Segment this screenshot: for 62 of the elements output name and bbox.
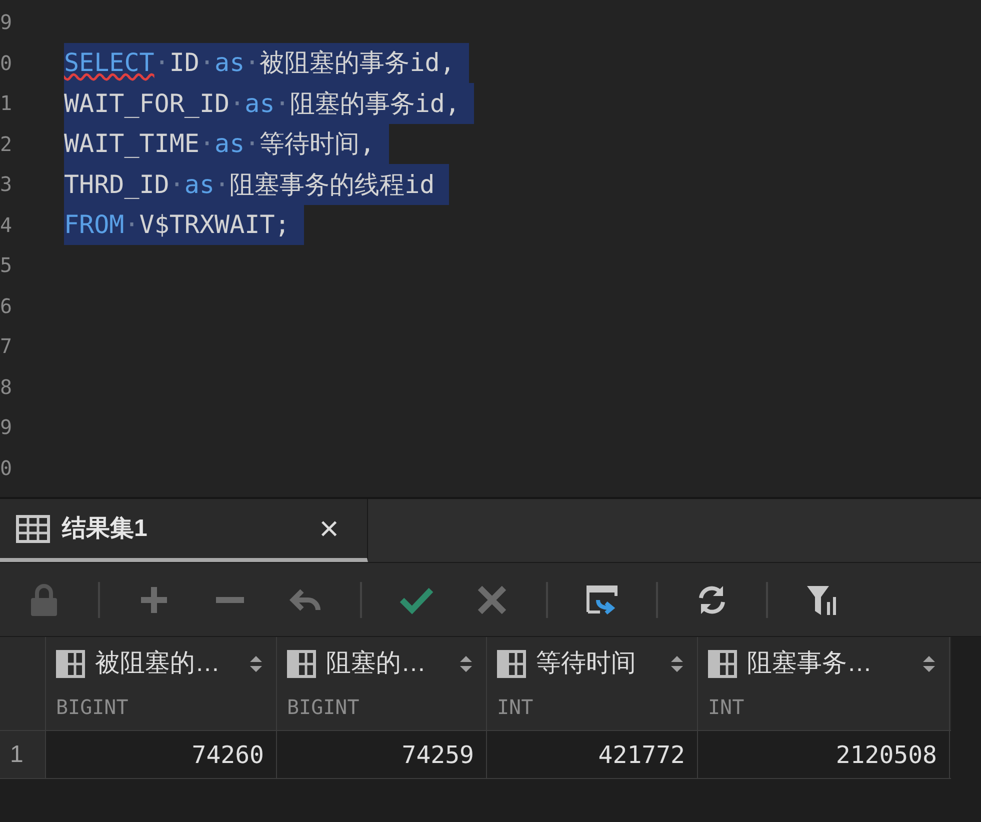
column-icon	[497, 650, 526, 678]
line-number: 1	[0, 91, 12, 116]
column-name: 阻塞事务…	[747, 648, 873, 679]
line-number: 8	[0, 374, 12, 399]
whitespace-marker: ·	[199, 47, 215, 79]
whitespace-marker: ·	[230, 88, 245, 120]
tab-label: 结果集1	[62, 514, 148, 544]
code-token: WAIT_FOR_ID	[64, 88, 230, 120]
code-token: WAIT_TIME	[64, 128, 200, 160]
whitespace-marker: ·	[154, 47, 170, 79]
column-icon	[56, 650, 85, 678]
sort-icon	[248, 654, 264, 674]
whitespace-marker: ·	[244, 128, 260, 160]
column-name: 等待时间	[536, 648, 637, 679]
line-number: 7	[0, 334, 12, 358]
line-number: 3	[0, 172, 12, 196]
keyword: as	[214, 47, 245, 79]
keyword: as	[184, 168, 215, 200]
code-token: V$TRXWAIT;	[139, 209, 290, 241]
code-token: 阻塞的事务id,	[290, 88, 460, 120]
column-icon	[287, 650, 316, 678]
whitespace-marker: ·	[124, 209, 140, 241]
keyword: SELECT	[64, 47, 154, 79]
table-cell: 74259	[277, 731, 487, 778]
column-type: BIGINT	[287, 694, 360, 722]
column-name: 被阻塞的…	[95, 648, 221, 679]
column-icon	[708, 650, 737, 678]
table-cell: 74260	[46, 731, 277, 778]
whitespace-marker: ·	[169, 168, 184, 200]
line-number: 2	[0, 132, 12, 156]
code-token: 阻塞事务的线程id	[230, 168, 435, 200]
keyword: as	[244, 88, 275, 120]
result-tab[interactable]: 结果集1 ×	[0, 499, 368, 562]
line-number: 0	[0, 50, 12, 75]
line-number: 6	[0, 294, 12, 318]
whitespace-marker: ·	[244, 47, 260, 79]
sort-icon	[921, 654, 937, 674]
whitespace-marker: ·	[199, 128, 215, 160]
line-number: 4	[0, 212, 12, 237]
sort-icon	[458, 654, 474, 674]
code-token: THRD_ID	[64, 168, 170, 201]
whitespace-marker: ·	[274, 88, 290, 120]
keyword: FROM	[64, 209, 124, 241]
line-number: 5	[0, 253, 12, 278]
table-icon	[16, 514, 50, 542]
column-type: BIGINT	[56, 694, 130, 722]
whitespace-marker: ·	[214, 168, 230, 200]
sort-icon	[669, 654, 685, 674]
line-number: 9	[0, 10, 12, 34]
table-cell: 421772	[487, 731, 698, 778]
close-button[interactable]: ×	[319, 512, 339, 546]
keyword: as	[214, 128, 245, 160]
table-cell: 2120508	[698, 731, 950, 778]
code-token: ID	[169, 47, 200, 79]
row-number: 1	[0, 731, 46, 778]
line-number: 9	[0, 415, 12, 440]
column-type: INT	[708, 694, 746, 722]
code-token: 等待时间,	[260, 128, 375, 160]
line-number: 0	[0, 456, 12, 480]
column-type: INT	[497, 694, 534, 722]
code-token: 被阻塞的事务id,	[260, 47, 455, 79]
column-name: 阻塞的…	[326, 648, 427, 679]
